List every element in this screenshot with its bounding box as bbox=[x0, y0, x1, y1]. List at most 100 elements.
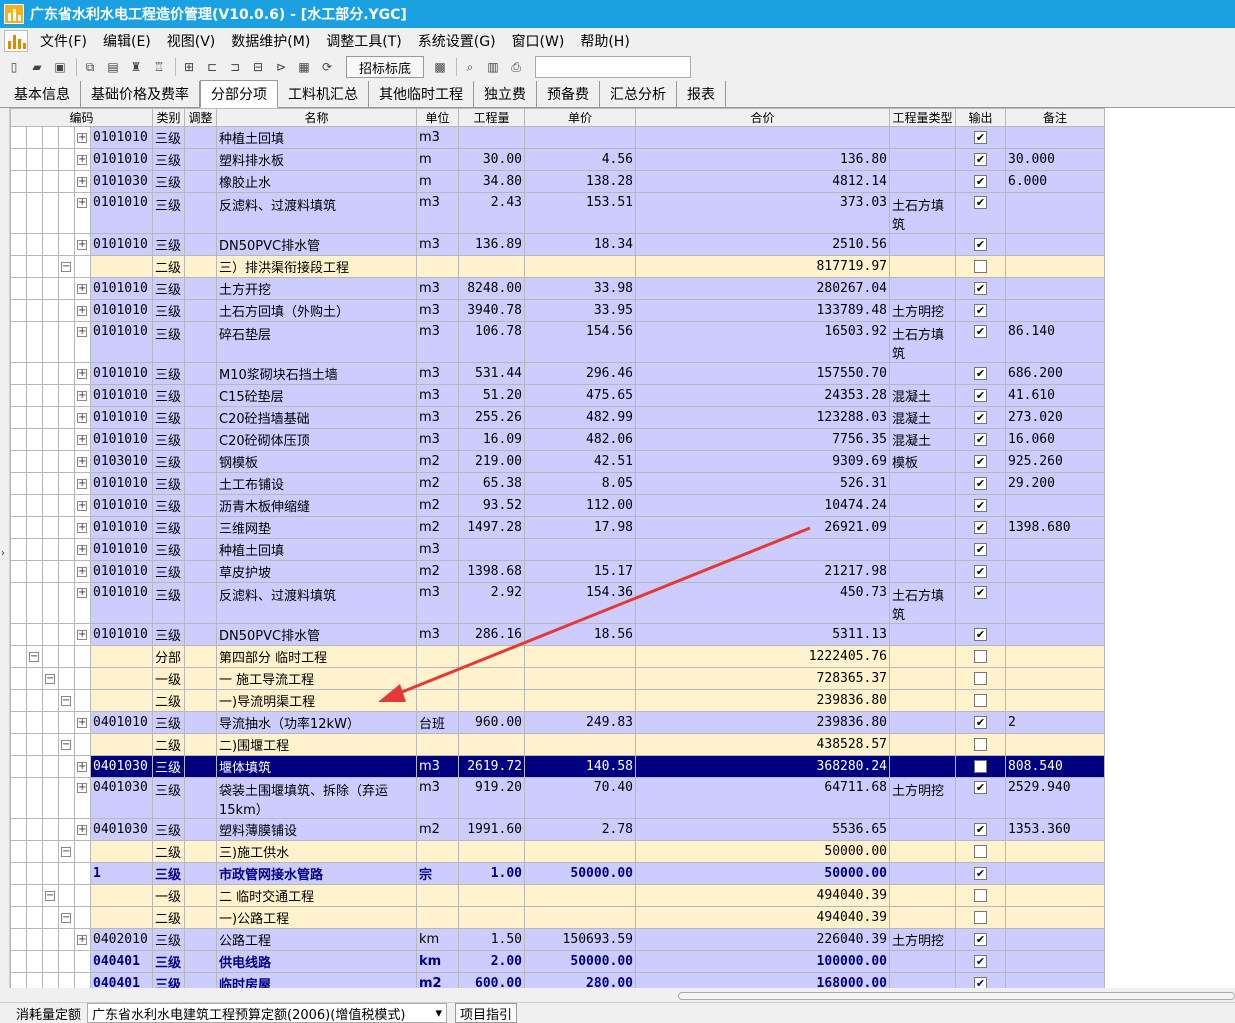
cell-category[interactable]: 三级 bbox=[152, 972, 185, 988]
collapse-icon[interactable]: − bbox=[61, 912, 71, 923]
output-checkbox[interactable]: ✔ bbox=[974, 411, 987, 424]
cell-remarks[interactable]: 925.260 bbox=[1005, 450, 1105, 473]
cell-quantity-type[interactable]: 混凝土 bbox=[889, 384, 956, 407]
cell-adjust[interactable] bbox=[184, 972, 217, 988]
output-checkbox[interactable]: ✔ bbox=[974, 955, 987, 968]
table-row[interactable]: − 二级 一)公路工程 494040.39 bbox=[10, 906, 1105, 929]
cell-quantity[interactable]: 51.20 bbox=[458, 384, 525, 407]
cell-total[interactable]: 157550.70 bbox=[635, 362, 890, 385]
table-row[interactable]: 040401 三级 供电线路 km 2.00 50000.00 100000.00 ✔ bbox=[10, 950, 1105, 973]
cell-remarks[interactable]: 30.000 bbox=[1005, 148, 1105, 171]
cell-name[interactable]: 反滤料、过渡料填筑 bbox=[216, 192, 417, 234]
cell-total[interactable]: 728365.37 bbox=[635, 667, 890, 690]
cell-total[interactable]: 438528.57 bbox=[635, 733, 890, 756]
cell-output[interactable]: ✔ bbox=[955, 450, 1006, 473]
cell-remarks[interactable]: 686.200 bbox=[1005, 362, 1105, 385]
cell-unit[interactable]: m3 bbox=[416, 277, 459, 300]
expand-icon[interactable]: + bbox=[77, 239, 87, 250]
cell-quantity[interactable] bbox=[458, 906, 525, 929]
cell-unit[interactable]: m3 bbox=[416, 777, 459, 819]
expand-icon[interactable]: + bbox=[77, 717, 87, 728]
cell-remarks[interactable]: 29.200 bbox=[1005, 472, 1105, 495]
bid-base-button[interactable]: 招标标底 bbox=[346, 56, 425, 78]
cell-quantity[interactable]: 34.80 bbox=[458, 170, 525, 193]
cell-code[interactable]: 040401 bbox=[90, 950, 153, 973]
cell-unit[interactable]: m3 bbox=[416, 126, 459, 149]
cell-adjust[interactable] bbox=[184, 494, 217, 517]
output-checkbox[interactable]: ✔ bbox=[974, 238, 987, 251]
cell-quantity-type[interactable] bbox=[889, 689, 956, 712]
cell-adjust[interactable] bbox=[184, 516, 217, 539]
cell-quantity-type[interactable] bbox=[889, 560, 956, 583]
cell-name[interactable]: 第四部分 临时工程 bbox=[216, 645, 417, 668]
cell-unit[interactable]: m bbox=[416, 148, 459, 171]
cell-output[interactable] bbox=[955, 840, 1006, 863]
cell-unit[interactable]: m2 bbox=[416, 972, 459, 988]
cell-name[interactable]: 草皮护坡 bbox=[216, 560, 417, 583]
cell-name[interactable]: C20砼砌体压顶 bbox=[216, 428, 417, 451]
cell-adjust[interactable] bbox=[184, 884, 217, 907]
cell-category[interactable]: 三级 bbox=[152, 450, 185, 473]
cell-quantity-type[interactable] bbox=[889, 711, 956, 734]
cell-category[interactable]: 二级 bbox=[152, 689, 185, 712]
cell-unit-price[interactable] bbox=[524, 126, 636, 149]
expand-icon[interactable]: + bbox=[77, 434, 87, 445]
cell-quantity[interactable]: 1398.68 bbox=[458, 560, 525, 583]
cell-output[interactable]: ✔ bbox=[955, 126, 1006, 149]
table-row[interactable]: +0101010 三级 反滤料、过渡料填筑 m3 2.92 154.36 450.73 土石方… bbox=[10, 582, 1105, 624]
cell-adjust[interactable] bbox=[184, 170, 217, 193]
output-checkbox[interactable] bbox=[974, 260, 987, 273]
cell-adjust[interactable] bbox=[184, 818, 217, 841]
cell-output[interactable]: ✔ bbox=[955, 777, 1006, 819]
output-checkbox[interactable]: ✔ bbox=[974, 933, 987, 946]
cell-category[interactable]: 二级 bbox=[152, 840, 185, 863]
cell-unit-price[interactable]: 50000.00 bbox=[524, 862, 636, 885]
cell-name[interactable]: 二)围堰工程 bbox=[216, 733, 417, 756]
cell-unit[interactable]: m2 bbox=[416, 472, 459, 495]
cell-name[interactable]: 临时房屋 bbox=[216, 972, 417, 988]
cell-quantity[interactable] bbox=[458, 884, 525, 907]
cell-quantity[interactable]: 16.09 bbox=[458, 428, 525, 451]
horizontal-scrollbar[interactable] bbox=[678, 992, 1235, 1000]
expand-icon[interactable]: + bbox=[77, 283, 87, 294]
cell-code[interactable]: 0101010 bbox=[90, 582, 153, 624]
expand-icon[interactable]: + bbox=[77, 566, 87, 577]
tab-base-price-rates[interactable]: 基础价格及费率 bbox=[81, 81, 200, 107]
cell-unit[interactable] bbox=[416, 906, 459, 929]
cell-total[interactable]: 5536.65 bbox=[635, 818, 890, 841]
output-checkbox[interactable] bbox=[974, 672, 987, 685]
menu-edit[interactable]: 编辑(E) bbox=[95, 31, 159, 51]
expand-icon[interactable]: + bbox=[77, 390, 87, 401]
table-row[interactable]: +0101030 三级 橡胶止水 m 34.80 138.28 4812.14 ✔ 6.000 bbox=[10, 170, 1105, 193]
cell-unit-price[interactable]: 153.51 bbox=[524, 192, 636, 234]
cell-unit-price[interactable]: 154.56 bbox=[524, 321, 636, 363]
output-checkbox[interactable]: ✔ bbox=[974, 367, 987, 380]
save-icon[interactable]: ▣ bbox=[50, 57, 70, 77]
output-checkbox[interactable]: ✔ bbox=[974, 977, 987, 988]
cell-name[interactable]: 市政管网接水管路 bbox=[216, 862, 417, 885]
collapse-icon[interactable]: − bbox=[61, 846, 71, 857]
output-checkbox[interactable]: ✔ bbox=[974, 628, 987, 641]
cell-adjust[interactable] bbox=[184, 148, 217, 171]
cell-unit-price[interactable]: 33.95 bbox=[524, 299, 636, 322]
expand-arrow-icon[interactable]: › bbox=[1, 548, 5, 559]
cell-name[interactable]: 袋装土围堰填筑、拆除（弃运15km） bbox=[216, 777, 417, 819]
cell-name[interactable]: 土工布铺设 bbox=[216, 472, 417, 495]
table-row[interactable]: +0101010 三级 种植土回填 m3 ✔ bbox=[10, 538, 1105, 561]
cell-output[interactable]: ✔ bbox=[955, 362, 1006, 385]
cell-category[interactable]: 三级 bbox=[152, 711, 185, 734]
cell-output[interactable] bbox=[955, 906, 1006, 929]
cell-adjust[interactable] bbox=[184, 192, 217, 234]
cell-output[interactable] bbox=[955, 884, 1006, 907]
cell-quantity[interactable] bbox=[458, 126, 525, 149]
cell-name[interactable]: M10浆砌块石挡土墙 bbox=[216, 362, 417, 385]
tab-independent-fees[interactable]: 独立费 bbox=[474, 81, 537, 107]
cell-unit-price[interactable]: 4.56 bbox=[524, 148, 636, 171]
cell-code[interactable]: 0101010 bbox=[90, 516, 153, 539]
cell-quantity-type[interactable]: 土石方填筑 bbox=[889, 192, 956, 234]
cell-name[interactable]: 沥青木板伸缩缝 bbox=[216, 494, 417, 517]
cell-code[interactable]: 040401 bbox=[90, 972, 153, 988]
cell-unit-price[interactable]: 140.58 bbox=[524, 755, 636, 778]
cell-quantity[interactable]: 255.26 bbox=[458, 406, 525, 429]
cell-remarks[interactable] bbox=[1005, 840, 1105, 863]
